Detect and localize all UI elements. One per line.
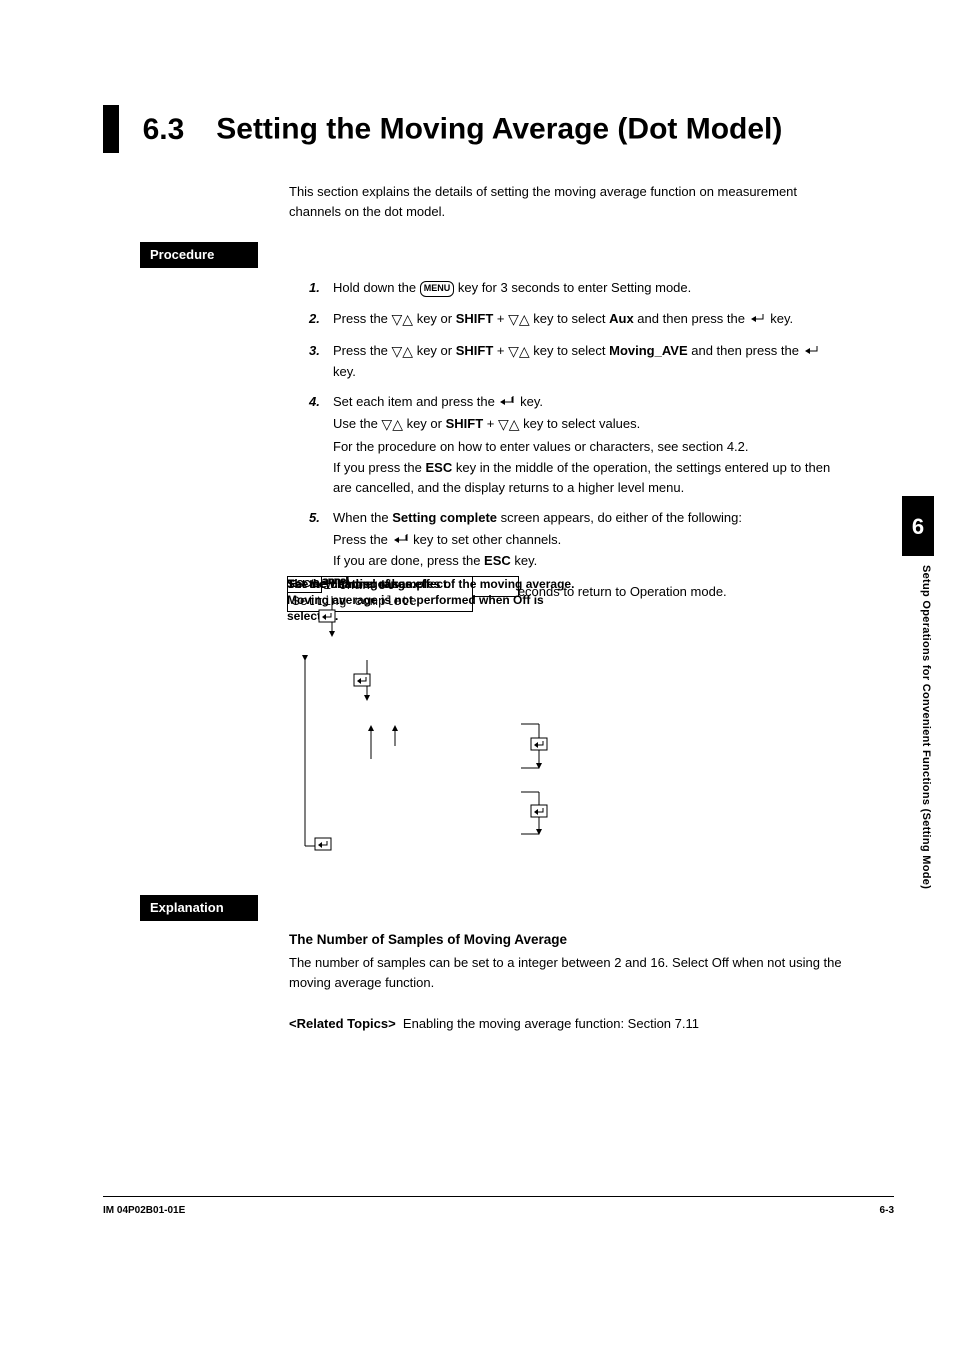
explanation-label: Explanation [140, 895, 258, 921]
menu-key-icon: MENU [420, 281, 455, 297]
procedure-step-body: Press the ▽△ key or SHIFT + ▽△ key to se… [333, 309, 847, 332]
enter-key-icon [803, 344, 821, 356]
related-label: <Related Topics> [289, 1016, 396, 1031]
footer-page-number: 6-3 [880, 1203, 894, 1218]
enter-key-icon [392, 533, 410, 545]
section-heading: 6.3 Setting the Moving Average (Dot Mode… [103, 105, 873, 153]
up-down-key-icon: ▽△ [508, 311, 530, 327]
procedure-step: 2.Press the ▽△ key or SHIFT + ▽△ key to … [309, 309, 847, 332]
procedure-step-line: If you press the ESC key in the middle o… [333, 458, 847, 497]
up-down-key-icon: ▽△ [498, 416, 520, 432]
up-down-key-icon: ▽△ [392, 343, 414, 359]
procedure-step: 4.Set each item and press the key.Use th… [309, 392, 847, 499]
up-down-key-icon: ▽△ [381, 416, 403, 432]
up-down-key-icon: ▽△ [508, 343, 530, 359]
heading-accent-bar [103, 105, 119, 153]
procedure-step-body: Hold down the MENU key for 3 seconds to … [333, 278, 847, 300]
procedure-step-line: Press the key to set other channels. [333, 530, 847, 550]
explanation-body: The number of samples can be set to a in… [289, 953, 844, 992]
procedure-step: 3.Press the ▽△ key or SHIFT + ▽△ key to … [309, 341, 847, 384]
footer-doc-id: IM 04P02B01-01E [103, 1205, 185, 1216]
procedure-step-number: 3. [309, 341, 333, 384]
procedure-step-body: When the Setting complete screen appears… [333, 508, 847, 573]
section-title: Setting the Moving Average (Dot Model) [216, 113, 782, 146]
procedure-step-line: Press the ▽△ key or SHIFT + ▽△ key to se… [333, 309, 847, 330]
procedure-step-line: When the Setting complete screen appears… [333, 508, 847, 528]
procedure-step-number: 4. [309, 392, 333, 499]
chapter-tab-number: 6 [902, 496, 934, 556]
intro-text: This section explains the details of set… [289, 182, 844, 221]
procedure-step-line: Set each item and press the key. [333, 392, 847, 412]
procedure-step-line: If you are done, press the ESC key. [333, 551, 847, 571]
procedure-step-body: Press the ▽△ key or SHIFT + ▽△ key to se… [333, 341, 847, 384]
procedure-step-line: For the procedure on how to enter values… [333, 437, 847, 457]
section-number: 6.3 [143, 107, 213, 152]
related-topics: <Related Topics> Enabling the moving ave… [289, 1014, 844, 1034]
up-down-key-icon: ▽△ [392, 311, 414, 327]
procedure-step-line: Press the ▽△ key or SHIFT + ▽△ key to se… [333, 341, 847, 382]
procedure-step: 5.When the Setting complete screen appea… [309, 508, 847, 573]
side-tab: 6 Setup Operations for Convenient Functi… [904, 0, 934, 1300]
related-text: Enabling the moving average function: Se… [403, 1016, 699, 1031]
flow-arrows-svg [287, 576, 847, 876]
procedure-label: Procedure [140, 242, 258, 268]
chapter-tab-caption: Setup Operations for Convenient Function… [918, 565, 935, 889]
procedure-step-number: 2. [309, 309, 333, 332]
explanation-heading: The Number of Samples of Moving Average [289, 930, 844, 950]
enter-key-icon [749, 312, 767, 324]
explanation-block: The Number of Samples of Moving Average … [289, 930, 844, 1034]
procedure-step-line: Hold down the MENU key for 3 seconds to … [333, 278, 847, 298]
enter-key-icon [498, 395, 516, 407]
procedure-step-number: 5. [309, 508, 333, 573]
flow-diagram: Set=Aux Aux=Moving_AVE CH=01-01 Number o… [287, 576, 847, 876]
page-footer: IM 04P02B01-01E 6-3 [103, 1196, 894, 1218]
procedure-step: 1.Hold down the MENU key for 3 seconds t… [309, 278, 847, 300]
procedure-step-line: Use the ▽△ key or SHIFT + ▽△ key to sele… [333, 414, 847, 435]
procedure-step-body: Set each item and press the key.Use the … [333, 392, 847, 499]
procedure-step-number: 1. [309, 278, 333, 300]
procedure-list: 1.Hold down the MENU key for 3 seconds t… [309, 278, 847, 612]
